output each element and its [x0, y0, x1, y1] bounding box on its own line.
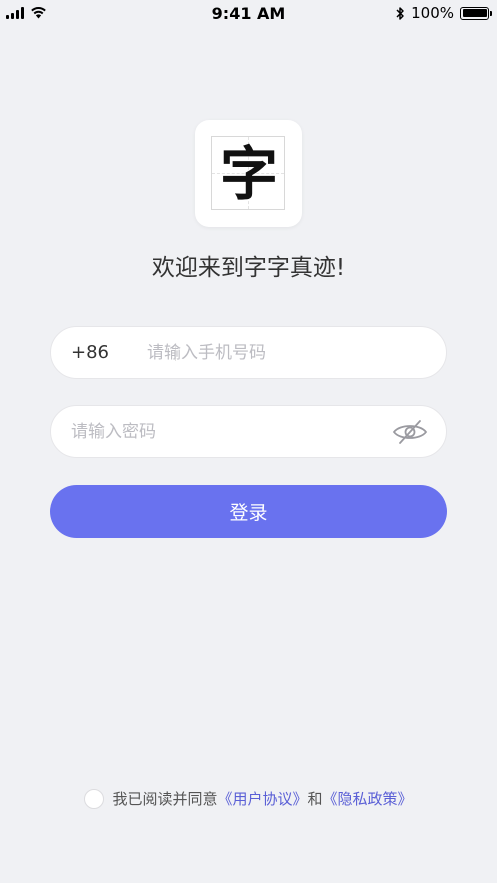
- agreement-checkbox[interactable]: [84, 788, 105, 809]
- password-input[interactable]: [71, 406, 391, 457]
- battery-icon: [460, 6, 492, 20]
- status-bar: 9:41 AM 100%: [0, 0, 497, 27]
- user-agreement-link[interactable]: 《用户协议》: [217, 788, 307, 809]
- logo-grid: 字: [211, 136, 285, 210]
- battery-level: [462, 9, 487, 17]
- phone-input[interactable]: [147, 327, 427, 378]
- app-logo: 字: [195, 120, 302, 227]
- country-code[interactable]: +86: [71, 327, 109, 378]
- bluetooth-icon: [396, 6, 404, 20]
- agreement-text: 我已阅读并同意: [112, 790, 218, 808]
- privacy-policy-link[interactable]: 《隐私政策》: [323, 788, 413, 809]
- password-field[interactable]: [50, 405, 447, 458]
- status-right: 100%: [396, 4, 492, 22]
- battery-percent: 100%: [411, 4, 454, 22]
- logo-character: 字: [219, 140, 278, 208]
- welcome-title: 欢迎来到字字真迹!: [151, 255, 346, 281]
- login-button[interactable]: 登录: [50, 485, 447, 538]
- agreement-conjunction: 和: [307, 790, 323, 808]
- eye-slash-icon[interactable]: [392, 418, 428, 446]
- phone-field[interactable]: +86: [50, 326, 447, 379]
- agreement: 我已阅读并同意 《用户协议》 和 《隐私政策》: [0, 788, 497, 809]
